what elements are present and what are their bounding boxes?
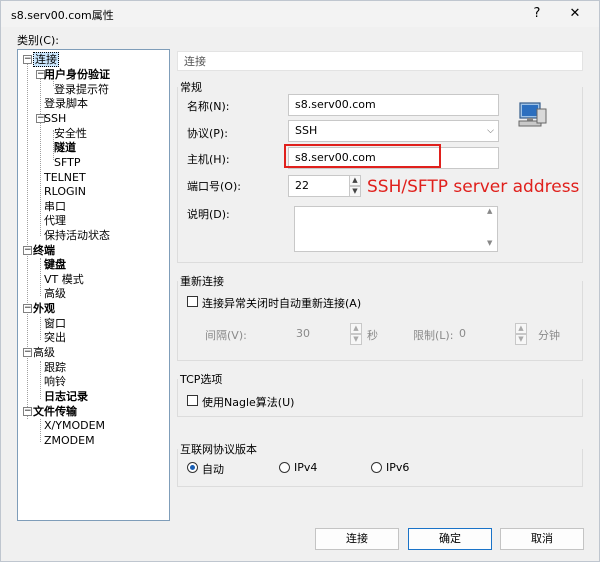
tree-item-proxy[interactable]: 代理 (44, 214, 66, 228)
auto-reconnect-label: 连接异常关闭时自动重新连接(A) (202, 297, 362, 310)
tree-item-window[interactable]: 窗口 (44, 317, 66, 331)
host-highlight-box (284, 144, 441, 168)
scroll-down-icon[interactable]: ▼ (487, 239, 492, 247)
expander-icon[interactable]: − (23, 55, 32, 64)
annotation-text: SSH/SFTP server address (367, 177, 580, 197)
tree-item-keyboard[interactable]: 键盘 (44, 258, 66, 272)
ip-auto-radio[interactable] (187, 462, 198, 473)
ip-auto-label: 自动 (202, 463, 224, 476)
limit-unit: 分钟 (538, 329, 560, 342)
limit-field[interactable]: 0 (459, 327, 466, 340)
limit-up-button[interactable]: ▲ (515, 323, 527, 334)
nagle-label: 使用Nagle算法(U) (202, 396, 295, 409)
reconnect-group (177, 281, 583, 361)
computer-network-icon (518, 102, 547, 127)
category-label: 类别(C): (17, 34, 59, 47)
ipv4-label: IPv4 (294, 461, 318, 474)
tree-item-file-transfer[interactable]: 文件传输 (33, 405, 77, 419)
tree-item-highlight[interactable]: 突出 (44, 331, 66, 345)
tree-item-zmodem[interactable]: ZMODEM (44, 434, 95, 448)
interval-down-button[interactable]: ▼ (350, 334, 362, 345)
tree-item-rlogin[interactable]: RLOGIN (44, 185, 86, 199)
expander-icon[interactable]: − (23, 407, 32, 416)
page-header: 连接 (177, 51, 583, 71)
protocol-label: 协议(P): (187, 127, 228, 140)
ipv6-radio[interactable] (371, 462, 382, 473)
tree-item-serial[interactable]: 串口 (44, 200, 66, 214)
ipv4-radio[interactable] (279, 462, 290, 473)
tree-item-appearance[interactable]: 外观 (33, 302, 55, 316)
tree-item-login-prompt[interactable]: 登录提示符 (54, 83, 109, 97)
port-field[interactable]: 22 (288, 175, 350, 197)
ok-button[interactable]: 确定 (408, 528, 492, 550)
help-button[interactable]: ? (527, 4, 547, 24)
window-title: s8.serv00.com属性 (11, 9, 114, 22)
interval-unit: 秒 (367, 329, 378, 342)
scroll-up-icon[interactable]: ▲ (487, 207, 492, 215)
auto-reconnect-checkbox[interactable] (187, 296, 198, 307)
interval-up-button[interactable]: ▲ (350, 323, 362, 334)
tree-item-telnet[interactable]: TELNET (44, 171, 86, 185)
expander-icon[interactable]: − (23, 348, 32, 357)
ipv6-label: IPv6 (386, 461, 410, 474)
close-button[interactable]: ✕ (565, 4, 585, 24)
name-field[interactable]: s8.serv00.com (288, 94, 499, 116)
tree-item-user-auth[interactable]: 用户身份验证 (44, 68, 110, 82)
tree-item-trace[interactable]: 跟踪 (44, 361, 66, 375)
description-scrollbar[interactable]: ▲ ▼ (486, 206, 498, 251)
interval-field[interactable]: 30 (296, 327, 310, 340)
tree-item-connection[interactable]: 连接 (33, 52, 59, 67)
connect-button[interactable]: 连接 (315, 528, 399, 550)
tree-item-bell[interactable]: 响铃 (44, 375, 66, 389)
tree-item-terminal-advanced[interactable]: 高级 (44, 287, 66, 301)
tree-item-security[interactable]: 安全性 (54, 127, 87, 141)
chevron-down-icon: ⌵ (487, 126, 494, 136)
description-field[interactable] (294, 206, 498, 252)
title-bar: s8.serv00.com属性 ? ✕ (1, 1, 599, 27)
cancel-button[interactable]: 取消 (500, 528, 584, 550)
description-label: 说明(D): (187, 208, 230, 221)
tree-item-logging[interactable]: 日志记录 (44, 390, 88, 404)
host-label: 主机(H): (187, 153, 230, 166)
tree-item-terminal[interactable]: 终端 (33, 244, 55, 258)
protocol-value: SSH (295, 124, 318, 137)
tree-item-sftp[interactable]: SFTP (54, 156, 80, 170)
tree-item-login-script[interactable]: 登录脚本 (44, 97, 88, 111)
port-label: 端口号(O): (187, 180, 241, 193)
tree-item-advanced[interactable]: 高级 (33, 346, 55, 360)
name-label: 名称(N): (187, 100, 230, 113)
tree-item-vt-mode[interactable]: VT 模式 (44, 273, 84, 287)
properties-dialog: s8.serv00.com属性 ? ✕ 类别(C): − 连接 − 用户身份验证… (0, 0, 600, 562)
port-down-button[interactable]: ▼ (349, 186, 361, 197)
tree-item-tunnel[interactable]: 隧道 (54, 141, 76, 155)
tree-item-keepalive[interactable]: 保持活动状态 (44, 229, 110, 243)
nagle-checkbox[interactable] (187, 395, 198, 406)
limit-label: 限制(L): (413, 329, 454, 342)
tree-item-ssh[interactable]: SSH (44, 112, 66, 126)
port-up-button[interactable]: ▲ (349, 175, 361, 186)
tree-item-xymodem[interactable]: X/YMODEM (44, 419, 105, 433)
expander-icon[interactable]: − (23, 246, 32, 255)
interval-label: 间隔(V): (205, 329, 247, 342)
expander-icon[interactable]: − (23, 304, 32, 313)
limit-down-button[interactable]: ▼ (515, 334, 527, 345)
category-tree[interactable]: − 连接 − 用户身份验证 登录提示符 登录脚本 − SSH 安全性 隧道 SF… (17, 49, 170, 521)
protocol-select[interactable]: SSH ⌵ (288, 120, 499, 142)
